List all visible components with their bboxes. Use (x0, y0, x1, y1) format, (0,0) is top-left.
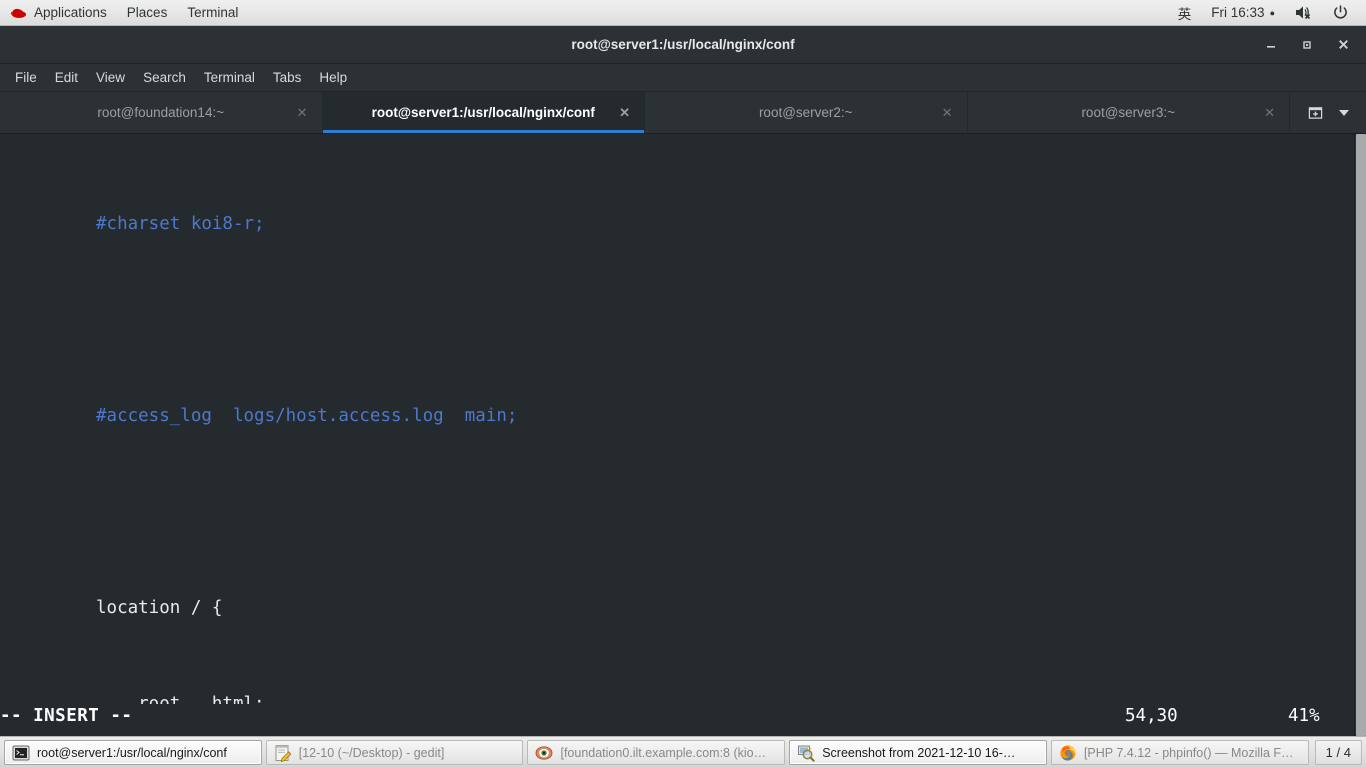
vim-mode-indicator: -- INSERT -- (0, 706, 133, 726)
screenshot-icon (797, 744, 815, 762)
applications-menu[interactable]: Applications (0, 0, 117, 25)
power-icon (1333, 5, 1348, 20)
menu-search[interactable]: Search (134, 67, 195, 88)
clock-label: Fri 16:33 (1211, 5, 1265, 20)
input-method-indicator[interactable]: 英 (1168, 0, 1202, 25)
scrollbar-thumb[interactable] (1356, 134, 1366, 736)
new-tab-icon[interactable] (1308, 105, 1323, 120)
tab-close-icon[interactable]: ✕ (619, 105, 630, 121)
menu-tabs[interactable]: Tabs (264, 67, 311, 88)
code-line: #charset koi8-r; (96, 214, 265, 234)
tabbar-tools (1290, 92, 1366, 133)
volume-muted-icon (1295, 5, 1313, 20)
tab-server3[interactable]: root@server3:~ ✕ (968, 92, 1290, 133)
taskbar-item-terminal[interactable]: root@server1:/usr/local/nginx/conf (4, 740, 262, 765)
tab-server2[interactable]: root@server2:~ ✕ (645, 92, 968, 133)
workspace-switcher[interactable]: 1 / 4 (1314, 740, 1362, 765)
input-method-label: 英 (1177, 6, 1192, 22)
clock[interactable]: Fri 16:33 ● (1201, 0, 1285, 25)
clock-indicator-dot: ● (1269, 7, 1275, 18)
window-titlebar[interactable]: root@server1:/usr/local/nginx/conf (0, 26, 1366, 64)
places-menu-label: Places (126, 5, 168, 20)
cursor-position-indicator: 54,30 (1125, 706, 1178, 726)
power-menu[interactable] (1323, 0, 1358, 25)
menu-help[interactable]: Help (310, 67, 356, 88)
maximize-button[interactable] (1300, 38, 1314, 52)
chevron-down-icon[interactable] (1338, 109, 1349, 116)
redhat-logo-icon (10, 6, 27, 19)
taskbar-item-label: Screenshot from 2021-12-10 16-… (822, 745, 1016, 760)
window-title: root@server1:/usr/local/nginx/conf (571, 37, 795, 52)
terminal-menu-label: Terminal (187, 5, 239, 20)
tab-label: root@server1:/usr/local/nginx/conf (371, 105, 595, 120)
tab-close-icon[interactable]: ✕ (297, 105, 308, 121)
desktop-taskbar: root@server1:/usr/local/nginx/conf [12-1… (0, 736, 1366, 768)
tab-label: root@server2:~ (758, 105, 853, 120)
vim-status-bar: -- INSERT -- 54,30 41% (0, 704, 1366, 736)
tab-label: root@foundation14:~ (97, 105, 225, 120)
tab-close-icon[interactable]: ✕ (1264, 105, 1275, 121)
workspace-label: 1 / 4 (1325, 745, 1351, 760)
code-line: #access_log logs/host.access.log main; (96, 406, 518, 426)
taskbar-item-screenshot[interactable]: Screenshot from 2021-12-10 16-… (789, 740, 1047, 765)
tab-label: root@server3:~ (1081, 105, 1176, 120)
terminal-window: root@server1:/usr/local/nginx/conf File … (0, 26, 1366, 736)
taskbar-item-gedit[interactable]: [12-10 (~/Desktop) - gedit] (265, 740, 524, 765)
close-button[interactable] (1336, 38, 1350, 52)
taskbar-item-label: [foundation0.ilt.example.com:8 (kio… (560, 745, 767, 760)
taskbar-item-firefox[interactable]: [PHP 7.4.12 - phpinfo() — Mozilla F… (1050, 740, 1309, 765)
gedit-icon (274, 744, 292, 762)
firefox-icon (1059, 744, 1077, 762)
kio-icon (535, 744, 553, 762)
minimize-button[interactable] (1264, 38, 1278, 52)
tab-foundation14[interactable]: root@foundation14:~ ✕ (0, 92, 323, 133)
vim-buffer: #charset koi8-r; #access_log logs/host.a… (0, 144, 1366, 736)
menu-view[interactable]: View (87, 67, 134, 88)
places-menu[interactable]: Places (117, 0, 178, 25)
file-percent-indicator: 41% (1288, 706, 1320, 726)
terminal-content[interactable]: #charset koi8-r; #access_log logs/host.a… (0, 134, 1366, 736)
menu-file[interactable]: File (6, 67, 46, 88)
taskbar-item-label: [PHP 7.4.12 - phpinfo() — Mozilla F… (1083, 745, 1294, 760)
menu-edit[interactable]: Edit (46, 67, 87, 88)
terminal-icon (12, 744, 30, 762)
code-line: location / { (96, 598, 223, 618)
terminal-menu[interactable]: Terminal (177, 0, 248, 25)
tab-server1[interactable]: root@server1:/usr/local/nginx/conf ✕ (322, 92, 645, 133)
volume-indicator[interactable] (1285, 0, 1323, 25)
taskbar-item-label: [12-10 (~/Desktop) - gedit] (298, 745, 445, 760)
taskbar-item-label: root@server1:/usr/local/nginx/conf (37, 745, 227, 760)
vertical-scrollbar[interactable] (1354, 134, 1366, 736)
menu-terminal[interactable]: Terminal (195, 67, 264, 88)
terminal-menubar: File Edit View Search Terminal Tabs Help (0, 64, 1366, 92)
terminal-tabbar: root@foundation14:~ ✕ root@server1:/usr/… (0, 92, 1366, 134)
applications-menu-label: Applications (34, 5, 107, 20)
taskbar-item-kio[interactable]: [foundation0.ilt.example.com:8 (kio… (527, 740, 786, 765)
tab-close-icon[interactable]: ✕ (942, 105, 953, 121)
desktop-top-panel: Applications Places Terminal 英 Fri 16:33… (0, 0, 1366, 26)
